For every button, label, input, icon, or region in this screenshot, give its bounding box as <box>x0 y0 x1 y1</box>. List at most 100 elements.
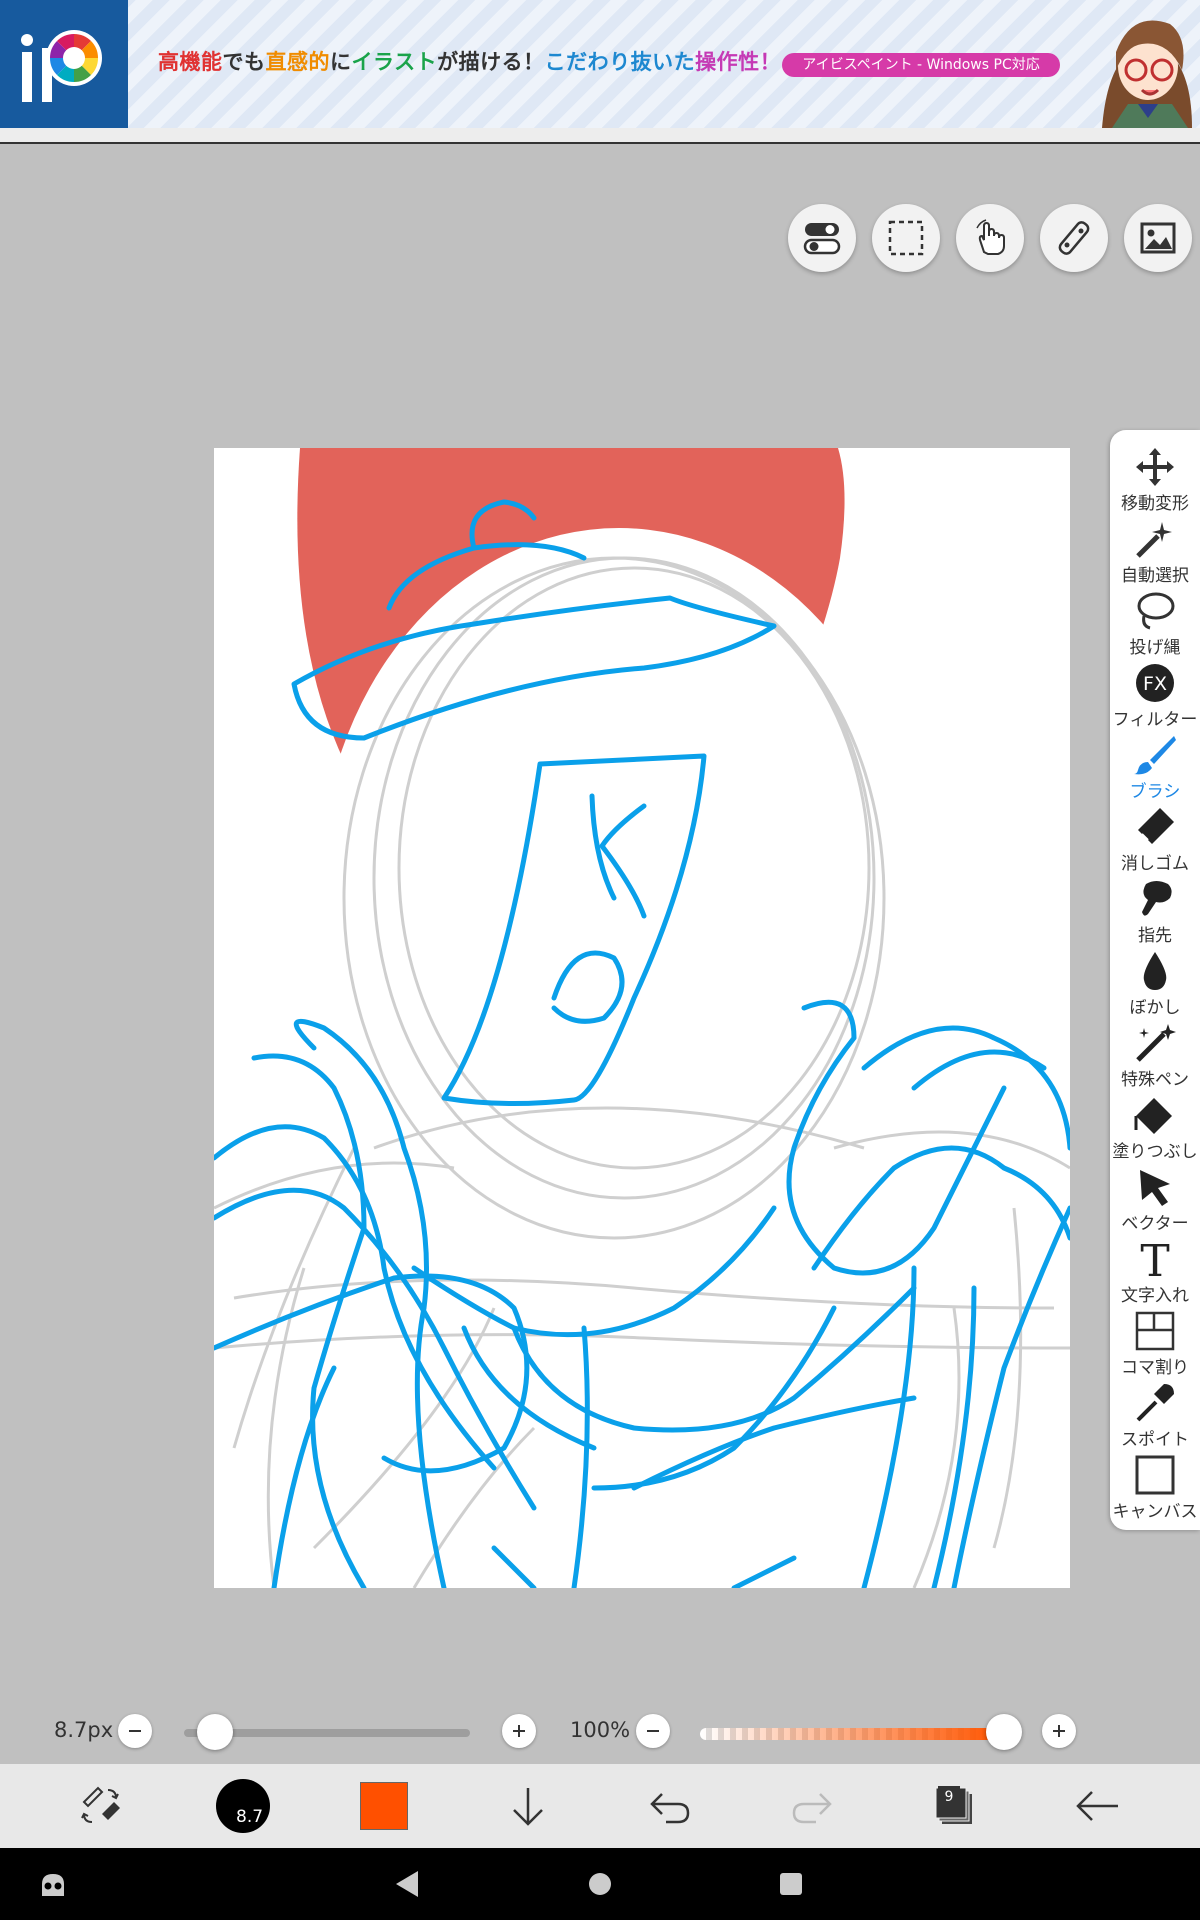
tool-move-transform[interactable]: 移動変形 <box>1110 446 1200 518</box>
tool-label: 投げ縄 <box>1129 638 1181 658</box>
minus-icon <box>647 1730 659 1732</box>
tool-panel: 移動変形 自動選択 投げ縄 FX フィルター ブラシ 消しゴム 指先 ぼかし 特… <box>1110 430 1200 1530</box>
tool-finger[interactable]: 指先 <box>1110 878 1200 950</box>
layers-button[interactable]: 9 <box>928 1764 980 1848</box>
opacity-increase-button[interactable] <box>1042 1714 1076 1748</box>
tool-auto-select[interactable]: 自動選択 <box>1110 518 1200 590</box>
arrow-left-icon <box>1076 1791 1118 1821</box>
hand-button[interactable] <box>956 204 1024 272</box>
bottom-toolbar: 8.7 9 <box>0 1764 1200 1848</box>
special-pen-icon <box>1136 1024 1176 1062</box>
current-color-swatch <box>360 1782 408 1830</box>
nav-back-icon[interactable] <box>392 1869 422 1899</box>
tool-text[interactable]: T 文字入れ <box>1110 1238 1200 1310</box>
nav-home-icon[interactable] <box>587 1871 613 1897</box>
size-decrease-button[interactable] <box>118 1714 152 1748</box>
reference-image-button[interactable] <box>1124 204 1192 272</box>
minus-icon <box>129 1730 141 1732</box>
brush-size-badge: 8.7 <box>236 1807 264 1827</box>
tool-label: キャンバス <box>1112 1502 1198 1522</box>
toggle-button[interactable] <box>788 204 856 272</box>
brush-preview-button[interactable]: 8.7 <box>212 1764 274 1848</box>
tool-label: 消しゴム <box>1121 854 1189 874</box>
tool-filter[interactable]: FX フィルター <box>1110 662 1200 734</box>
magic-wand-icon <box>1136 522 1172 558</box>
brush-size-knob[interactable] <box>196 1714 233 1750</box>
tool-label: 塗りつぶし <box>1112 1142 1198 1162</box>
tool-label: ブラシ <box>1129 782 1181 802</box>
pen-eraser-swap-button[interactable] <box>70 1764 130 1848</box>
redo-icon <box>792 1793 832 1824</box>
pen-eraser-swap-icon <box>81 1786 120 1823</box>
text-icon: T <box>1140 1238 1169 1280</box>
tool-canvas[interactable]: キャンバス <box>1110 1454 1200 1526</box>
arrow-down-icon <box>513 1788 543 1826</box>
banner-divider <box>0 128 1200 144</box>
hand-icon <box>976 219 1005 255</box>
tool-label: コマ割り <box>1121 1358 1189 1378</box>
accessibility-icon[interactable] <box>36 1866 70 1900</box>
layer-count: 9 <box>938 1786 960 1808</box>
opacity-slider[interactable] <box>700 1728 1000 1740</box>
lasso-icon <box>1137 592 1175 630</box>
vector-icon <box>1140 1170 1170 1206</box>
artwork <box>214 448 1070 1588</box>
tool-eyedropper[interactable]: スポイト <box>1110 1382 1200 1454</box>
layers-icon: 9 <box>932 1784 976 1828</box>
opacity-knob[interactable] <box>986 1714 1022 1750</box>
ibispaint-logo <box>0 0 128 128</box>
system-nav-bar <box>0 1848 1200 1920</box>
tool-fill[interactable]: 塗りつぶし <box>1110 1094 1200 1166</box>
redo-button[interactable] <box>786 1764 838 1848</box>
tool-lasso[interactable]: 投げ縄 <box>1110 590 1200 662</box>
tool-eraser[interactable]: 消しゴム <box>1110 806 1200 878</box>
ruler-icon <box>1058 221 1090 255</box>
opacity-label: 100% <box>570 1718 631 1742</box>
fx-icon: FX <box>1136 664 1174 702</box>
size-increase-button[interactable] <box>502 1714 536 1748</box>
drawing-canvas[interactable] <box>214 448 1070 1588</box>
svg-text:T: T <box>1140 1238 1169 1280</box>
eyedropper-icon <box>1136 1384 1174 1422</box>
brush-settings-row: 8.7px 100% <box>0 1704 1200 1760</box>
tool-vector[interactable]: ベクター <box>1110 1166 1200 1238</box>
back-button[interactable] <box>1070 1764 1126 1848</box>
tool-frame-divider[interactable]: コマ割り <box>1110 1310 1200 1382</box>
eraser-icon <box>1138 808 1174 844</box>
frame-divider-icon <box>1135 1311 1175 1351</box>
download-button[interactable] <box>502 1764 554 1848</box>
selection-button[interactable] <box>872 204 940 272</box>
tool-special-pen[interactable]: 特殊ペン <box>1110 1022 1200 1094</box>
svg-text:FX: FX <box>1143 673 1167 695</box>
tool-label: 自動選択 <box>1121 566 1189 586</box>
undo-button[interactable] <box>644 1764 696 1848</box>
ad-banner[interactable]: 高機能でも直感的にイラストが描ける！こだわり抜いた操作性！ アイビスペイント -… <box>0 0 1200 144</box>
opacity-decrease-button[interactable] <box>636 1714 670 1748</box>
tool-label: 特殊ペン <box>1121 1070 1189 1090</box>
brush-size-label: 8.7px <box>54 1718 114 1742</box>
tool-label: ベクター <box>1121 1214 1189 1234</box>
finger-icon <box>1142 881 1172 916</box>
nav-recents-icon[interactable] <box>778 1871 804 1897</box>
tool-blur[interactable]: ぼかし <box>1110 950 1200 1022</box>
color-button[interactable] <box>358 1764 410 1848</box>
tool-label: 指先 <box>1138 926 1172 946</box>
plus-icon <box>513 1725 525 1737</box>
undo-icon <box>650 1793 690 1824</box>
tool-brush[interactable]: ブラシ <box>1110 734 1200 806</box>
brush-preview: 8.7 <box>216 1779 270 1833</box>
image-icon <box>1140 222 1176 254</box>
selection-icon <box>888 220 924 256</box>
move-icon <box>1136 448 1174 486</box>
blur-icon <box>1143 952 1167 990</box>
ruler-button[interactable] <box>1040 204 1108 272</box>
brush-icon <box>1134 736 1176 775</box>
banner-headline: 高機能でも直感的にイラストが描ける！こだわり抜いた操作性！ <box>158 50 782 74</box>
banner-pill: アイビスペイント - Windows PC対応 <box>782 53 1060 77</box>
tool-label: 文字入れ <box>1121 1286 1189 1306</box>
banner-character <box>1092 0 1200 128</box>
tool-label: ぼかし <box>1129 998 1181 1018</box>
plus-icon <box>1053 1725 1065 1737</box>
tool-label: 移動変形 <box>1121 494 1189 514</box>
tool-label: スポイト <box>1121 1430 1189 1450</box>
